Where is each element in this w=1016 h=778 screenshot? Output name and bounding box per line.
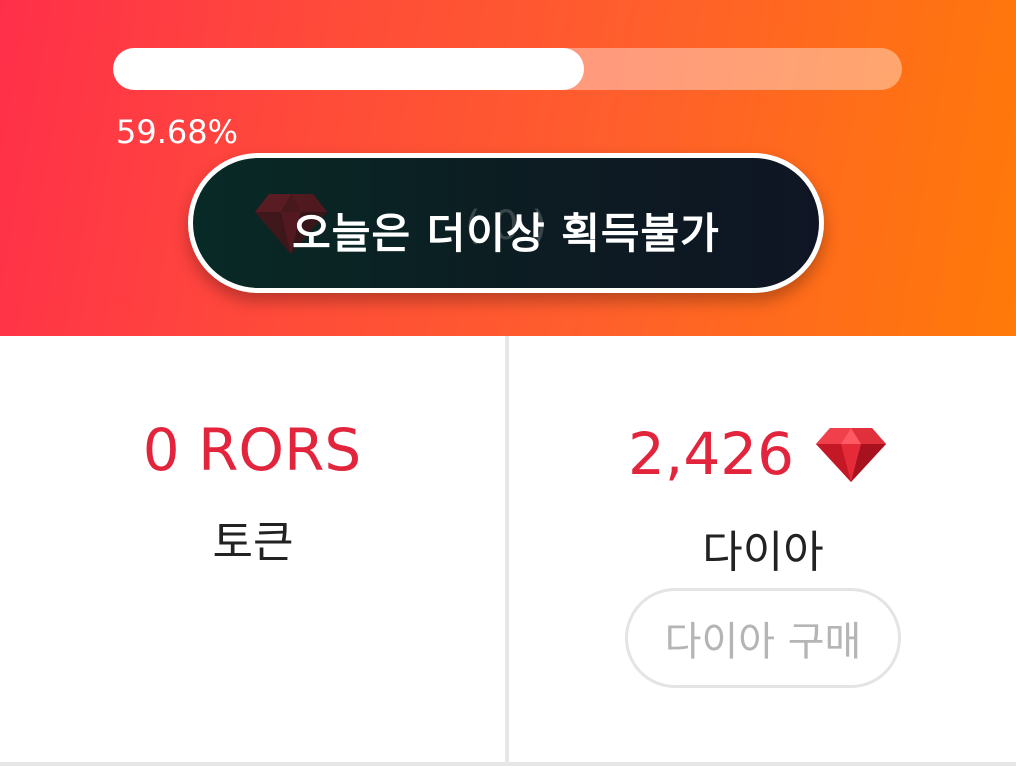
diamond-amount-row: 2,426 — [628, 420, 887, 488]
token-amount: 0 RORS — [142, 416, 362, 484]
token-label: 토큰 — [212, 517, 294, 568]
diamond-amount: 2,426 — [628, 420, 795, 488]
bottom-divider — [0, 762, 1016, 766]
rewards-screen: 59.68% ( 0 ) 오늘은 더이상 획득불가 0 RORS 토큰 2,42… — [0, 0, 1016, 778]
daily-progress-fill — [113, 48, 584, 90]
progress-banner: 59.68% ( 0 ) 오늘은 더이상 획득불가 — [0, 0, 1016, 336]
ruby-gem-icon — [816, 428, 887, 482]
progress-percentage: 59.68% — [116, 113, 239, 151]
claim-status-label: 오늘은 더이상 획득불가 — [292, 209, 720, 258]
claim-status-button[interactable]: ( 0 ) 오늘은 더이상 획득불가 — [188, 153, 824, 293]
diamond-balance: 2,426 다이아 다이아 구매 — [510, 336, 1016, 764]
diamond-label: 다이아 — [702, 527, 824, 578]
balance-panel: 0 RORS 토큰 2,426 다이아 다이아 구매 — [0, 336, 1016, 778]
daily-progress-bar — [113, 48, 902, 90]
token-balance: 0 RORS 토큰 — [0, 336, 506, 764]
column-divider — [505, 336, 509, 764]
buy-diamond-button[interactable]: 다이아 구매 — [625, 588, 901, 688]
